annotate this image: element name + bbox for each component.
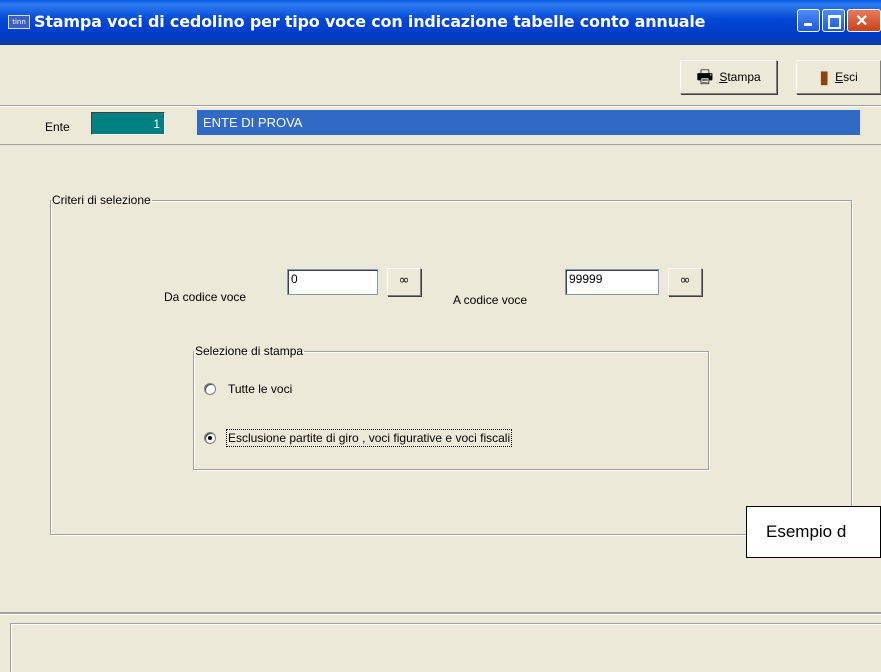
selezione-legend: Selezione di stampa	[195, 344, 304, 358]
a-codice-lookup-button[interactable]: ∞	[668, 268, 702, 296]
radio-tutte-le-voci[interactable]	[204, 383, 216, 395]
minimize-button[interactable]	[797, 9, 820, 32]
ente-label: Ente	[45, 120, 70, 134]
example-overlay-box: Esempio d	[746, 506, 881, 558]
a-codice-voce-label: A codice voce	[453, 293, 528, 307]
da-codice-voce-input[interactable]: 0	[287, 269, 378, 295]
close-button[interactable]: ✕	[847, 9, 881, 32]
criteri-legend: Criteri di selezione	[52, 193, 151, 207]
selezione-stampa-group: Selezione di stampa	[193, 344, 709, 470]
tutte-le-voci-label[interactable]: Tutte le voci	[228, 382, 292, 396]
da-codice-lookup-button[interactable]: ∞	[387, 268, 421, 296]
title-bar[interactable]: tinn Stampa voci di cedolino per tipo vo…	[0, 0, 881, 45]
ente-code-field[interactable]: 1	[91, 112, 165, 135]
printer-icon: 🖶	[696, 67, 714, 87]
a-codice-voce-input[interactable]: 99999	[565, 269, 659, 295]
maximize-button[interactable]	[822, 9, 845, 32]
glasses-icon: ∞	[679, 273, 691, 288]
window-title: Stampa voci di cedolino per tipo voce co…	[34, 12, 706, 31]
glasses-icon: ∞	[398, 273, 410, 288]
stampa-button[interactable]: 🖶 Stampa	[680, 60, 777, 94]
stampa-label: Stampa	[719, 70, 761, 84]
status-bar	[0, 612, 881, 672]
app-icon: tinn	[8, 15, 30, 29]
esclusione-label[interactable]: Esclusione partite di giro , voci figura…	[225, 429, 513, 447]
ente-name-field: ENTE DI PROVA	[197, 110, 860, 135]
da-codice-voce-label: Da codice voce	[164, 290, 247, 304]
esci-label: Esci	[835, 70, 858, 84]
status-panel	[10, 623, 881, 672]
radio-esclusione[interactable]	[204, 432, 216, 444]
close-icon: ✕	[855, 13, 869, 30]
exit-door-icon: ▮	[819, 67, 830, 87]
esci-button[interactable]: ▮ Esci	[796, 60, 881, 94]
